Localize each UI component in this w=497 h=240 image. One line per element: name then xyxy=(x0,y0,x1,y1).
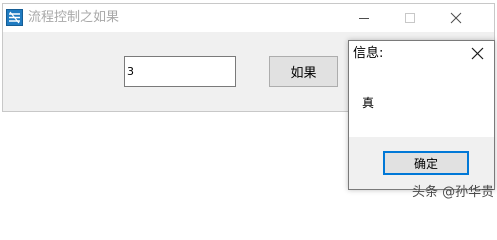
dialog-message: 真 xyxy=(362,96,375,110)
dialog-footer: 确定 xyxy=(349,137,494,189)
minimize-button[interactable] xyxy=(341,4,387,32)
if-button[interactable]: 如果 xyxy=(269,56,338,87)
main-titlebar[interactable]: 流程控制之如果 xyxy=(3,4,494,32)
dialog-close-button[interactable] xyxy=(462,41,494,67)
watermark: 头条 @孙华贵 xyxy=(412,185,495,200)
maximize-button[interactable] xyxy=(387,4,433,32)
dialog-titlebar[interactable]: 信息: xyxy=(349,41,494,67)
close-button[interactable] xyxy=(433,4,479,32)
close-icon xyxy=(471,47,484,60)
minimize-icon xyxy=(359,18,369,19)
value-input[interactable] xyxy=(124,56,236,87)
window-title: 流程控制之如果 xyxy=(28,10,120,25)
close-icon xyxy=(450,12,462,24)
message-dialog: 信息: 真 确定 xyxy=(348,40,495,190)
app-icon xyxy=(6,9,23,26)
ok-button[interactable]: 确定 xyxy=(383,151,469,175)
dialog-title: 信息: xyxy=(353,46,384,61)
maximize-icon xyxy=(405,13,415,23)
